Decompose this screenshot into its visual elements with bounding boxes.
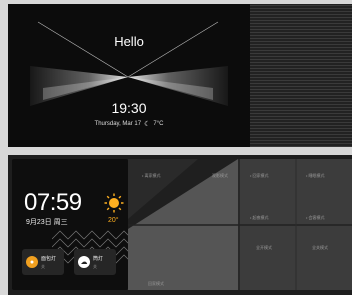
scene-label[interactable]: • 离家模式 xyxy=(142,173,161,179)
scene-label[interactable]: • 睡眠模式 xyxy=(306,173,325,179)
greeting-text: Hello xyxy=(114,34,144,49)
idle-screen: Hello 19:30 Thursday, Mar 17 ☾ 7°C xyxy=(8,4,250,147)
bottom-device-screen: 07:59 9月23日 周三 20° ● 面包灯 关 ☁ 筒灯 关 • 离家模式… xyxy=(8,155,352,295)
device-chip-state: 关 xyxy=(41,264,45,269)
scene-label[interactable]: • 会客模式 xyxy=(306,215,325,221)
idle-date-row: Thursday, Mar 17 ☾ 7°C xyxy=(8,120,250,128)
device-chip-state: 关 xyxy=(93,264,97,269)
scene-label[interactable]: 全关模式 xyxy=(312,245,328,251)
cloud-icon: ☁ xyxy=(78,256,90,268)
idle-date: Thursday, Mar 17 xyxy=(94,121,142,127)
device-chip-name: 筒灯 xyxy=(93,256,104,262)
scene-label[interactable]: • 回家模式 xyxy=(250,173,269,179)
device-chip-name: 面包灯 xyxy=(41,256,57,262)
device-chip-downlight[interactable]: ☁ 筒灯 关 xyxy=(74,249,116,275)
speaker-grille xyxy=(250,4,352,147)
top-device-screen: Hello 19:30 Thursday, Mar 17 ☾ 7°C xyxy=(8,4,352,147)
scene-label[interactable]: • 起夜模式 xyxy=(250,215,269,221)
clock-time: 07:59 xyxy=(24,189,82,216)
idle-clock-time: 19:30 xyxy=(111,100,147,116)
scene-panel-area: • 离家模式 观影模式 • 回家模式 • 睡眠模式 • 起夜模式 • 会客模式 … xyxy=(128,159,352,290)
clock-date: 9月23日 周三 xyxy=(26,219,68,226)
scene-label[interactable]: 全开模式 xyxy=(256,245,272,251)
sun-icon xyxy=(104,193,124,213)
scene-label[interactable]: 观影模式 xyxy=(212,173,228,179)
scene-label[interactable]: 回家模式 xyxy=(148,281,164,287)
idle-temperature: 7°C xyxy=(153,121,164,127)
device-chip-bread-lamp[interactable]: ● 面包灯 关 xyxy=(22,249,64,275)
bulb-icon: ● xyxy=(26,256,38,268)
moon-icon: ☾ xyxy=(144,121,151,128)
clock-temperature: 20° xyxy=(108,217,119,224)
clock-weather-widget[interactable]: 07:59 9月23日 周三 20° ● 面包灯 关 ☁ 筒灯 关 xyxy=(12,159,128,290)
